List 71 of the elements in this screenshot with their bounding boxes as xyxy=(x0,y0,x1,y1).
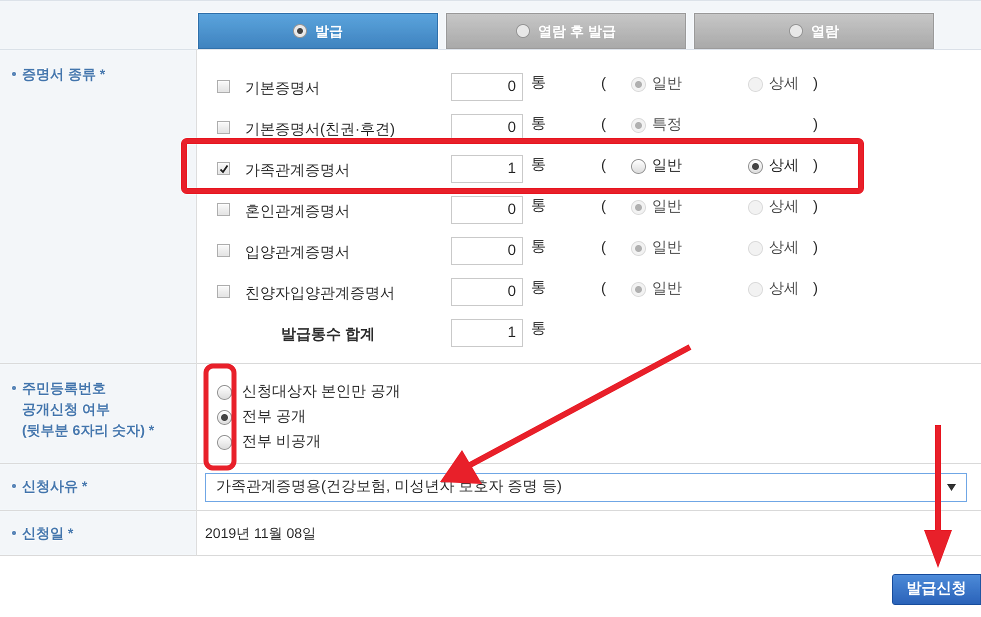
field-label: 신청사유 * xyxy=(22,477,88,496)
count-field[interactable]: 0 xyxy=(451,196,523,224)
option-label: 상세 xyxy=(769,238,799,258)
certificate-name: 입양관계증명서 xyxy=(245,243,351,264)
bullet-icon xyxy=(12,386,16,390)
count-field[interactable]: 0 xyxy=(451,236,523,264)
unit-text: 통 xyxy=(531,155,547,176)
unit-text: 통 xyxy=(531,237,547,258)
option-label: 전부 공개 xyxy=(242,407,306,428)
radio-button[interactable] xyxy=(217,435,232,450)
radio-button[interactable] xyxy=(748,159,763,174)
option-label: 상세 xyxy=(769,279,799,300)
bullet-icon xyxy=(12,72,16,76)
radio-button[interactable] xyxy=(217,385,232,400)
checkbox[interactable] xyxy=(217,285,230,298)
paren-text: ( xyxy=(601,279,607,300)
total-label: 발급통수 합계 xyxy=(281,325,376,346)
certificate-name: 기본증명서(친권·후견) xyxy=(245,120,396,140)
paren-text: ( xyxy=(601,197,607,218)
option-label: 상세 xyxy=(769,156,799,176)
paren-text: ( xyxy=(601,238,607,258)
bullet-icon xyxy=(12,531,16,535)
paren-text: ) xyxy=(813,74,818,94)
paren-text: ) xyxy=(813,156,818,176)
caret-icon xyxy=(947,484,956,490)
submit-button[interactable]: 발급신청 xyxy=(892,574,981,605)
certificate-name: 친양자입양관계증명서 xyxy=(245,284,396,304)
certificate-name: 가족관계증명서 xyxy=(245,161,351,182)
unit-text: 통 xyxy=(531,114,547,134)
checkbox[interactable] xyxy=(217,80,230,93)
radio-button[interactable] xyxy=(217,410,232,425)
checkbox[interactable] xyxy=(217,244,230,257)
option-label: 특정 xyxy=(652,115,682,136)
paren-text: ) xyxy=(813,238,818,258)
option-label: 전부 비공개 xyxy=(242,432,322,452)
paren-text: ( xyxy=(601,115,607,136)
bullet-icon xyxy=(12,484,16,488)
paren-text: ( xyxy=(601,74,607,94)
option-label: 상세 xyxy=(769,74,799,94)
date-text: 2019년 11월 08일 xyxy=(205,524,316,542)
option-label: 신청대상자 본인만 공개 xyxy=(242,382,400,402)
checkbox[interactable] xyxy=(217,121,230,134)
unit-text: 통 xyxy=(531,196,547,216)
paren-text: ( xyxy=(601,156,607,176)
count-field[interactable]: 1 xyxy=(451,154,523,182)
checkbox[interactable] xyxy=(217,203,230,216)
count-field[interactable]: 0 xyxy=(451,278,523,306)
unit-text: 통 xyxy=(531,73,547,94)
field-label: 신청일 * xyxy=(22,524,74,543)
option-label: 상세 xyxy=(769,197,799,218)
option-label: 일반 xyxy=(652,197,682,218)
radio-icon xyxy=(516,24,530,38)
radio-icon xyxy=(789,24,803,38)
radio-button[interactable] xyxy=(631,159,646,174)
option-label: 일반 xyxy=(652,74,682,94)
paren-text: ) xyxy=(813,115,818,136)
unit-text: 통 xyxy=(531,319,546,340)
option-label: 일반 xyxy=(652,156,682,176)
count-field[interactable]: 0 xyxy=(451,72,523,100)
checkbox[interactable] xyxy=(217,162,230,175)
option-label: 일반 xyxy=(652,238,682,258)
field-label: 주민등록번호 공개신청 여부 (뒷부분 6자리 숫자) * xyxy=(22,379,154,440)
total-field: 1 xyxy=(451,318,523,346)
option-label: 일반 xyxy=(652,279,682,300)
radio-icon xyxy=(293,24,307,38)
certificate-name: 기본증명서 xyxy=(245,79,321,100)
certificate-name: 혼인관계증명서 xyxy=(245,202,351,222)
field-label: 증명서 종류 * xyxy=(22,65,106,84)
paren-text: ) xyxy=(813,197,818,218)
unit-text: 통 xyxy=(531,278,547,298)
paren-text: ) xyxy=(813,279,818,300)
